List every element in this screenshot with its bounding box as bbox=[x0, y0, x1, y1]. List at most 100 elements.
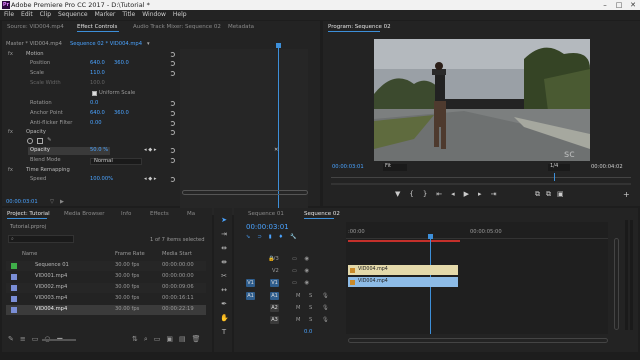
program-zoom-bar[interactable] bbox=[331, 183, 631, 185]
track-a2-label[interactable]: A2 bbox=[270, 304, 279, 312]
tab-metadata[interactable]: Metadata bbox=[228, 24, 254, 30]
audio-clip[interactable]: VID004.mp4 bbox=[348, 277, 458, 287]
reset-blend-icon[interactable] bbox=[170, 158, 175, 163]
track-a1-mic-icon[interactable]: 🎙 bbox=[322, 293, 329, 300]
effect-playhead-handle[interactable] bbox=[276, 43, 281, 48]
track-v3-label[interactable]: V3 bbox=[272, 256, 279, 263]
track-a2-solo[interactable]: S bbox=[309, 305, 312, 312]
tab-project[interactable]: Project: Tutorial bbox=[7, 211, 50, 217]
menu-title[interactable]: Title bbox=[122, 10, 135, 20]
menu-sequence[interactable]: Sequence bbox=[58, 10, 88, 20]
track-v1-label[interactable]: V1 bbox=[270, 279, 279, 287]
project-search-input[interactable]: ⌕ bbox=[8, 235, 74, 243]
hand-tool-icon[interactable]: ✋ bbox=[220, 314, 229, 322]
tab-media-browser[interactable]: Media Browser bbox=[64, 211, 105, 217]
reset-position-icon[interactable] bbox=[170, 61, 175, 66]
reset-antiflicker-icon[interactable] bbox=[170, 121, 175, 126]
time-remapping-section[interactable]: Time Remapping bbox=[26, 167, 70, 174]
track-a2-mic-icon[interactable]: 🎙 bbox=[322, 305, 329, 312]
tab-effect-controls[interactable]: Effect Controls bbox=[77, 24, 117, 30]
clip-dropdown-icon[interactable]: ▾ bbox=[147, 41, 150, 48]
reset-anchor-icon[interactable] bbox=[170, 111, 175, 116]
program-timecode[interactable]: 00:00:03:01 bbox=[332, 164, 364, 171]
track-a3-mute[interactable]: M bbox=[296, 317, 300, 324]
add-button-icon[interactable]: + bbox=[623, 191, 630, 199]
timeline-vertical-scrollbar[interactable] bbox=[614, 238, 619, 330]
timeline-horizontal-scrollbar[interactable] bbox=[348, 338, 608, 343]
pen-mask-icon[interactable]: ✎ bbox=[47, 137, 51, 144]
menu-edit[interactable]: Edit bbox=[21, 10, 33, 20]
thumbnail-zoom-slider[interactable] bbox=[42, 339, 76, 341]
minimize-button[interactable]: – bbox=[598, 0, 612, 10]
track-a1-label[interactable]: A1 bbox=[270, 292, 279, 300]
program-video-frame[interactable]: sc bbox=[374, 39, 590, 161]
timeline-toolbar[interactable]: ⇘⊃▮♦🔧 bbox=[246, 234, 304, 241]
menu-clip[interactable]: Clip bbox=[40, 10, 51, 20]
fit-dropdown[interactable]: Fit bbox=[383, 163, 407, 171]
slip-tool-icon[interactable]: ↔ bbox=[220, 286, 228, 294]
menu-window[interactable]: Window bbox=[142, 10, 166, 20]
track-a3-label[interactable]: A3 bbox=[270, 316, 279, 324]
reset-rotation-icon[interactable] bbox=[170, 101, 175, 106]
reset-speed-icon[interactable] bbox=[170, 177, 175, 182]
position-y-value[interactable]: 360.0 bbox=[114, 60, 129, 67]
track-a1-mute[interactable]: M bbox=[296, 293, 300, 300]
col-media-start[interactable]: Media Start bbox=[162, 251, 192, 258]
maximize-button[interactable]: □ bbox=[612, 0, 626, 10]
track-a3-solo[interactable]: S bbox=[309, 317, 312, 324]
source-patch-v1[interactable]: V1 bbox=[246, 279, 255, 287]
resolution-dropdown[interactable]: 1/4 bbox=[548, 163, 570, 171]
tab-sequence-01[interactable]: Sequence 01 bbox=[248, 211, 284, 217]
menu-file[interactable]: File bbox=[4, 10, 14, 20]
motion-section[interactable]: Motion bbox=[26, 51, 44, 58]
transport-controls[interactable]: ▼{}⇤◂▶▸⇥ bbox=[395, 191, 505, 198]
extra-transport-controls[interactable]: ⧉⧉▣ bbox=[535, 191, 570, 198]
scale-value[interactable]: 110.0 bbox=[90, 70, 105, 77]
track-a1-solo[interactable]: S bbox=[309, 293, 312, 300]
ellipse-mask-icon[interactable] bbox=[27, 138, 33, 144]
tab-effects[interactable]: Effects bbox=[150, 211, 169, 217]
uniform-scale-checkbox[interactable] bbox=[92, 91, 97, 96]
menu-marker[interactable]: Marker bbox=[95, 10, 116, 20]
tab-markers[interactable]: Ma bbox=[187, 211, 195, 217]
tab-source[interactable]: Source: VID004.mp4 bbox=[7, 24, 64, 30]
track-a2-mute[interactable]: M bbox=[296, 305, 300, 312]
col-name[interactable]: Name bbox=[22, 251, 37, 258]
project-actions-toolbar[interactable]: ⇅⌕▭▣▤🗑 bbox=[132, 336, 207, 343]
reset-opacity-section-icon[interactable] bbox=[170, 130, 175, 135]
sequence-clip-label[interactable]: Sequence 02 * VID004.mp4 bbox=[70, 41, 142, 48]
reset-scale-icon[interactable] bbox=[170, 71, 175, 76]
play-audio-icon[interactable]: ▶ bbox=[60, 199, 64, 206]
filter-icon[interactable]: ▽ bbox=[50, 199, 54, 206]
anchor-y-value[interactable]: 360.0 bbox=[114, 110, 129, 117]
opacity-value[interactable]: 50.0 % bbox=[90, 147, 108, 154]
tab-audio-track-mixer[interactable]: Audio Track Mixer: Sequence 02 bbox=[133, 24, 221, 30]
keyframe-zoom-scrollbar[interactable] bbox=[182, 190, 308, 195]
blend-mode-dropdown[interactable]: Normal bbox=[90, 158, 142, 165]
source-patch-a1[interactable]: A1 bbox=[246, 292, 255, 300]
position-x-value[interactable]: 640.0 bbox=[90, 60, 105, 67]
selection-tool-icon[interactable]: ➤ bbox=[220, 216, 228, 224]
type-tool-icon[interactable]: T bbox=[220, 328, 228, 336]
razor-tool-icon[interactable]: ✂ bbox=[220, 272, 228, 280]
pen-tool-icon[interactable]: ✒ bbox=[220, 300, 228, 308]
rotation-value[interactable]: 0.0 bbox=[90, 100, 98, 107]
keyframe-nav-opacity[interactable]: ◂ ◆ ▸ bbox=[144, 147, 157, 154]
reset-opacity-icon[interactable] bbox=[170, 148, 175, 153]
speed-value[interactable]: 100.00% bbox=[90, 176, 113, 183]
master-clip-label[interactable]: Master * VID004.mp4 bbox=[6, 41, 62, 48]
timeline-timecode[interactable]: 00:00:03:01 bbox=[246, 224, 289, 231]
master-value[interactable]: 0.0 bbox=[304, 329, 312, 336]
tab-program[interactable]: Program: Sequence 02 bbox=[328, 24, 391, 30]
program-scrub-bar[interactable] bbox=[331, 177, 631, 178]
timeline-playhead-handle[interactable] bbox=[428, 234, 433, 239]
keyframe-marker-icon[interactable]: ✕ bbox=[274, 147, 278, 154]
track-v2-label[interactable]: V2 bbox=[272, 268, 279, 275]
effect-timecode[interactable]: 00:00:03:01 bbox=[6, 199, 38, 206]
keyframe-nav-speed[interactable]: ◂ ◆ ▸ bbox=[144, 176, 157, 183]
col-frame-rate[interactable]: Frame Rate bbox=[115, 251, 145, 258]
track-v3-controls[interactable]: ▭ ◉ bbox=[292, 256, 312, 263]
video-clip[interactable]: VID004.mp4 bbox=[348, 265, 458, 275]
opacity-section[interactable]: Opacity bbox=[26, 129, 46, 136]
tab-info[interactable]: Info bbox=[121, 211, 131, 217]
